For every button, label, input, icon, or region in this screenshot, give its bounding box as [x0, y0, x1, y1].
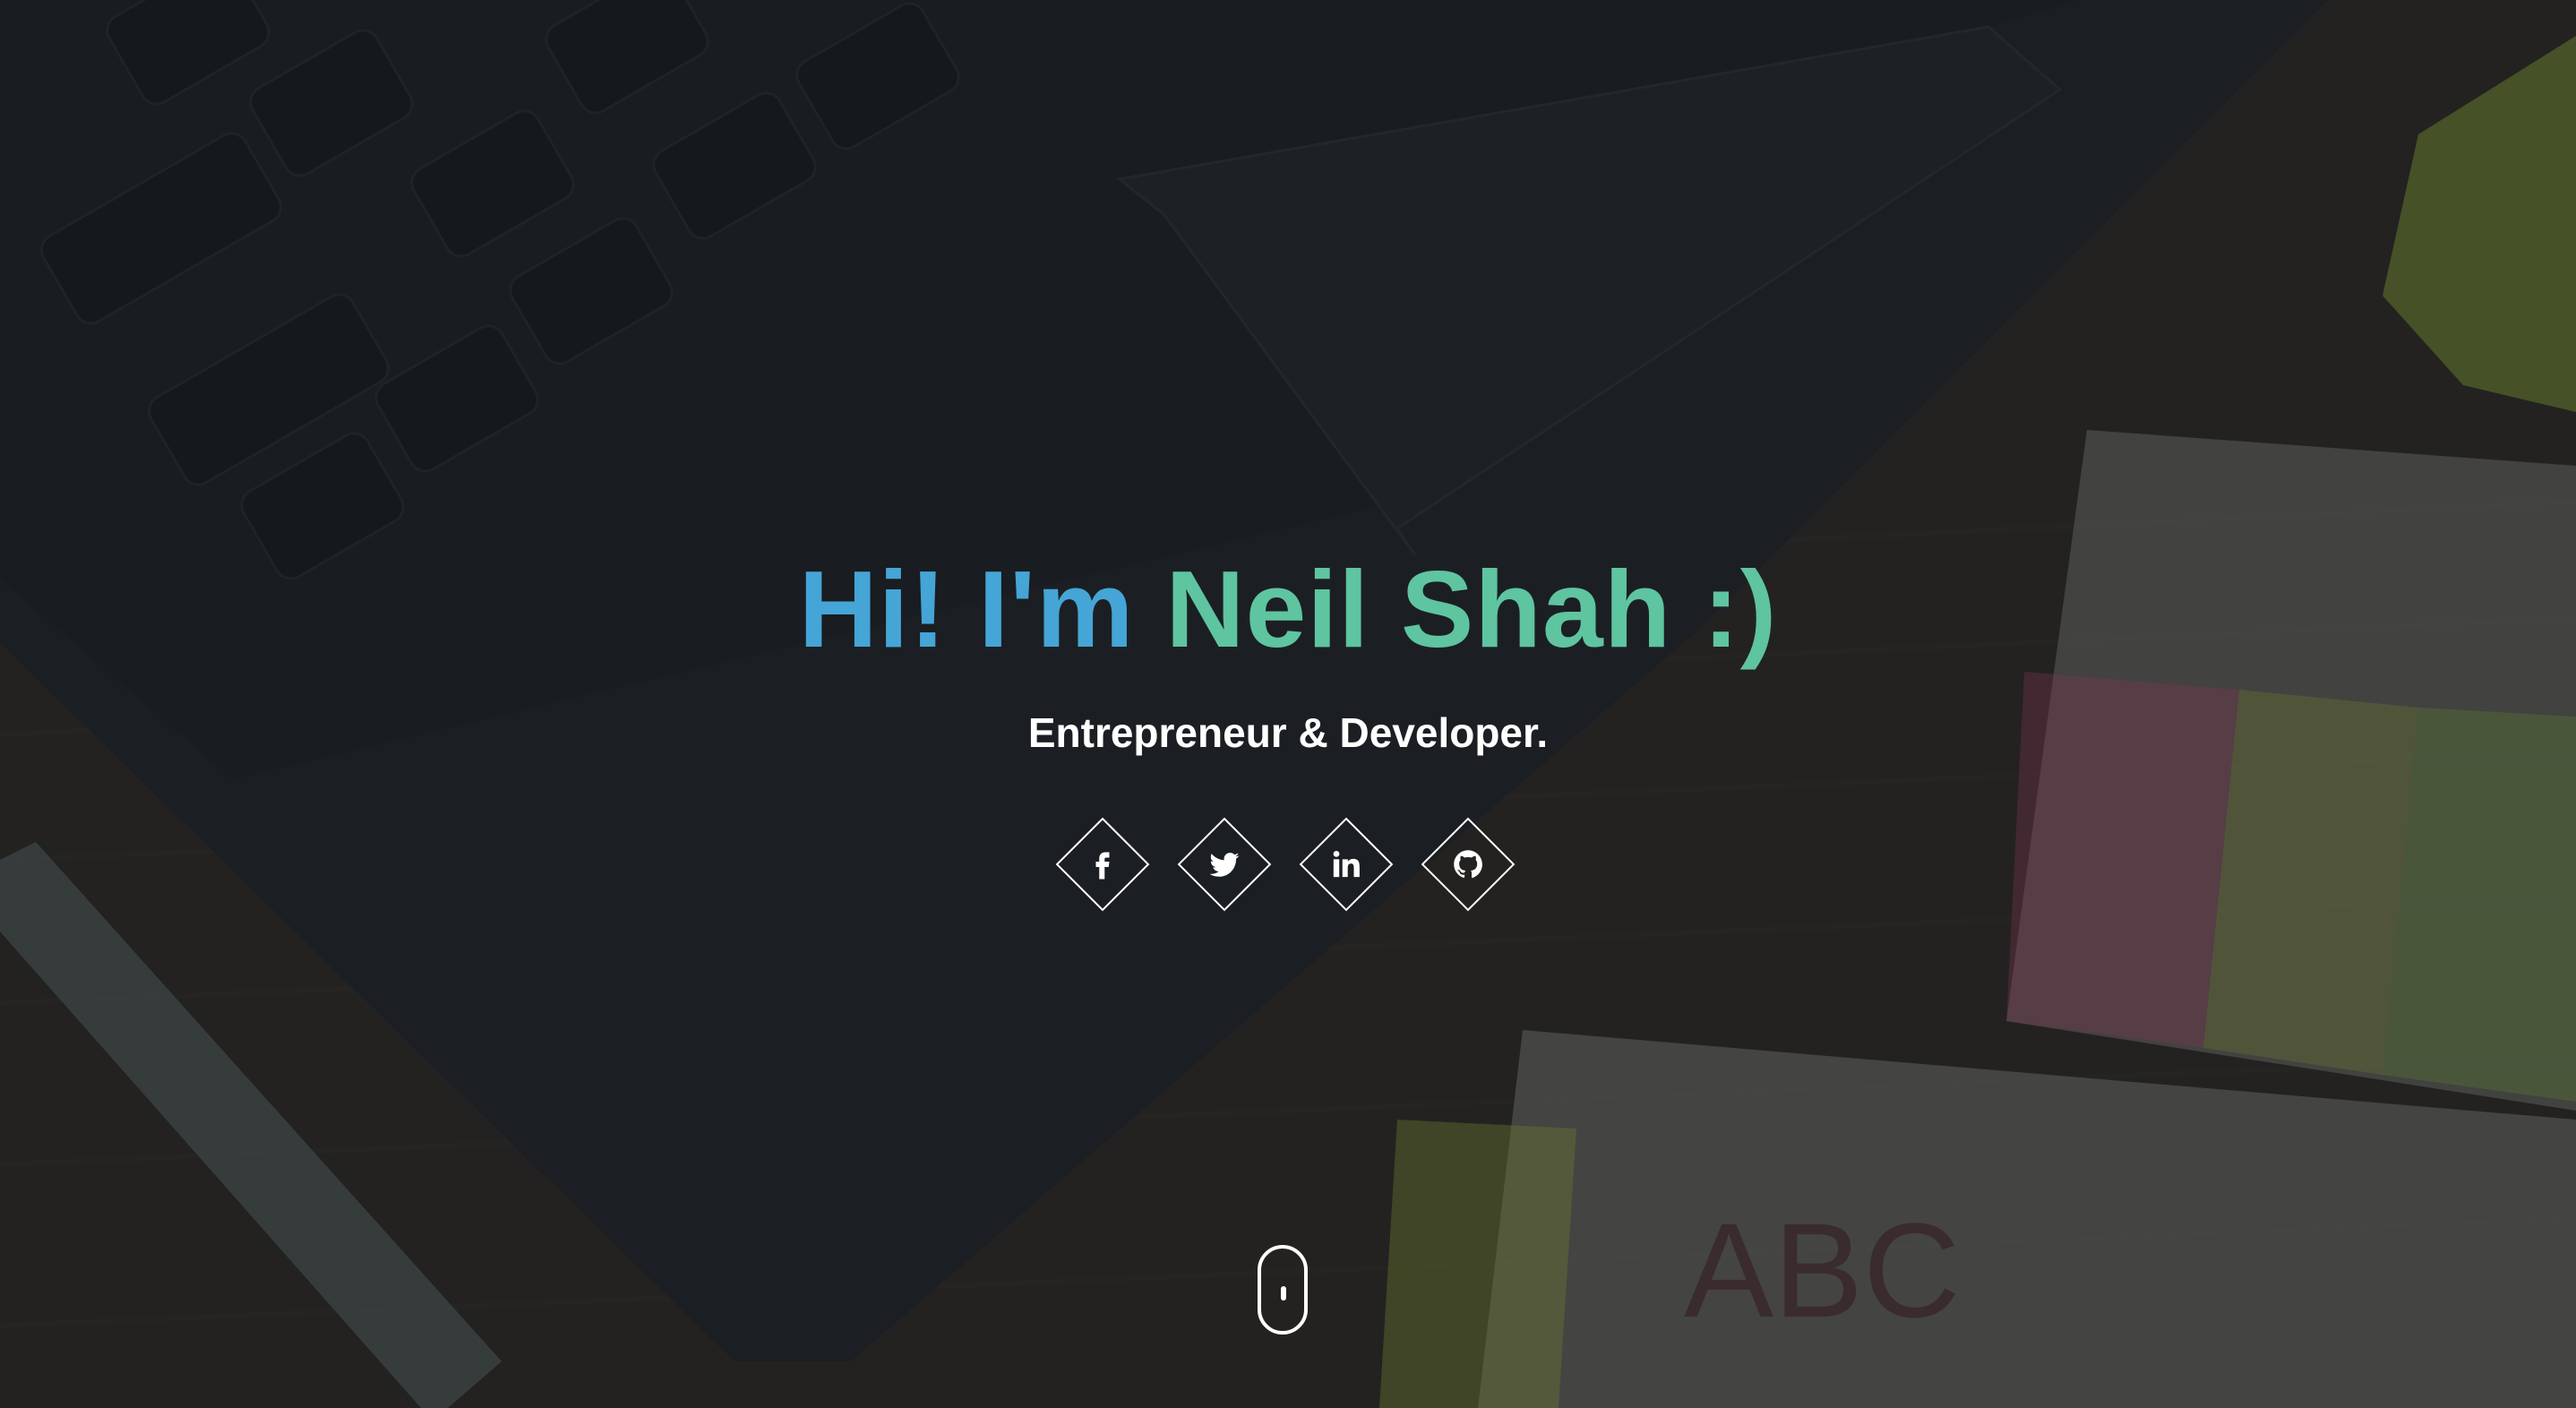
- hero-section: ABC Hi! I'm Neil Shah :) Entrepreneur & …: [0, 0, 2576, 1408]
- facebook-link[interactable]: [1053, 815, 1152, 914]
- github-link[interactable]: [1419, 815, 1517, 914]
- social-links: [1053, 815, 1523, 914]
- twitter-icon: [1175, 815, 1274, 914]
- hero-content: Hi! I'm Neil Shah :) Entrepreneur & Deve…: [0, 0, 2576, 1408]
- facebook-icon: [1053, 815, 1152, 914]
- hero-title: Hi! I'm Neil Shah :): [0, 546, 2576, 672]
- hero-subtitle: Entrepreneur & Developer.: [1027, 709, 1549, 756]
- linkedin-icon: [1297, 815, 1395, 914]
- linkedin-link[interactable]: [1297, 815, 1395, 914]
- github-icon: [1419, 815, 1517, 914]
- hero-title-greeting: Hi! I'm: [798, 548, 1135, 670]
- mouse-scroll-icon[interactable]: [1258, 1245, 1308, 1335]
- twitter-link[interactable]: [1175, 815, 1274, 914]
- mouse-wheel: [1281, 1286, 1286, 1301]
- hero-title-name: Neil Shah :): [1165, 548, 1778, 670]
